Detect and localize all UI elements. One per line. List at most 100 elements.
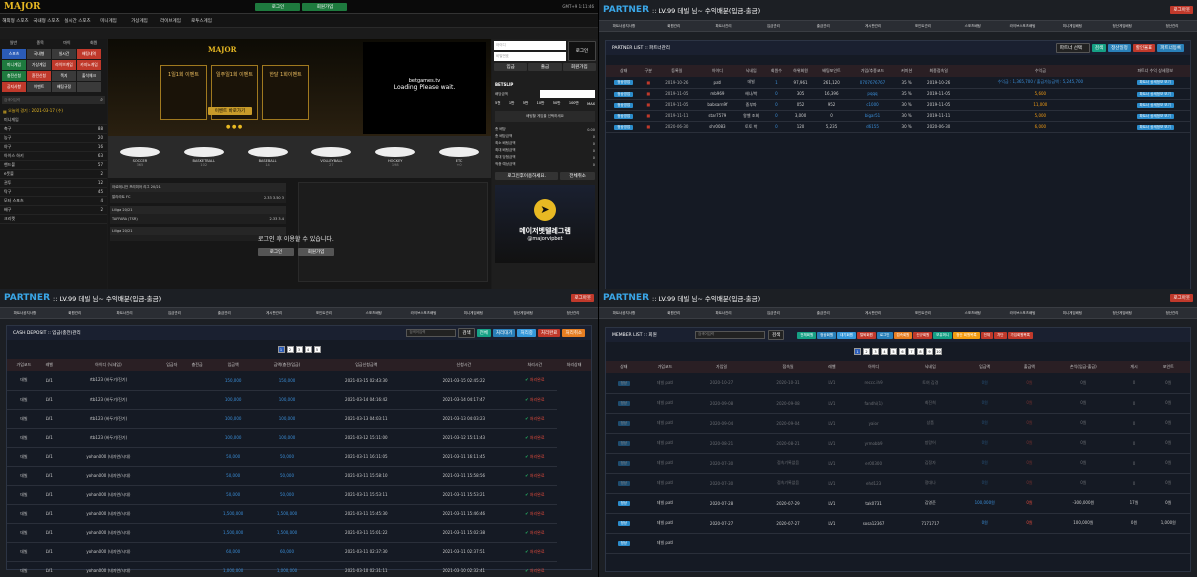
side-search-input[interactable]: 검색어입력 bbox=[4, 98, 20, 103]
partner-tab[interactable]: 정산게임배팅 bbox=[1097, 24, 1147, 29]
partner-tab[interactable]: 스포츠배팅 bbox=[349, 311, 399, 316]
deposit-filter-button[interactable]: 처리중 bbox=[517, 329, 536, 337]
state-badge[interactable]: 정상영업 bbox=[614, 80, 634, 86]
partner-tab[interactable]: 포인트관리 bbox=[299, 311, 349, 316]
banner-dots[interactable]: ● ● ● bbox=[226, 124, 242, 130]
partner-tab[interactable]: 정산게임배팅 bbox=[1097, 311, 1147, 316]
deposit-row[interactable]: 데빌 LV1 rtb123 (바두기/진기) 100,000 100,000 2021-0… bbox=[7, 409, 591, 429]
sport-list-item[interactable]: 탁구 45 bbox=[0, 188, 107, 197]
deposit-search-input[interactable]: 검색어입력 bbox=[406, 329, 457, 337]
state-badge[interactable]: 정상영업 bbox=[614, 124, 634, 130]
member-filter-button[interactable]: 정산 회원목록 bbox=[953, 331, 980, 339]
state-badge[interactable]: 정상 bbox=[617, 421, 631, 426]
partner-tab[interactable]: 파트너관리 bbox=[100, 311, 150, 316]
bet-chip[interactable]: 10만 bbox=[537, 101, 545, 106]
side-menu-item[interactable]: 스포츠 bbox=[2, 49, 26, 59]
sport-list-item[interactable]: 모터 스포츠 4 bbox=[0, 197, 107, 206]
sport-tab[interactable]: HOCKEY 198 bbox=[375, 147, 416, 167]
sport-list-item[interactable]: 농구 20 bbox=[0, 134, 107, 143]
state-badge[interactable]: 정상영업 bbox=[614, 102, 634, 108]
register-tab[interactable]: 회원가입 bbox=[562, 63, 596, 71]
state-badge[interactable]: 정상 bbox=[617, 441, 631, 446]
sport-list-item[interactable]: 야구 16 bbox=[0, 143, 107, 152]
deposit-filter-button[interactable]: 처리완료 bbox=[537, 329, 561, 337]
sport-list-item[interactable]: 미니게임 bbox=[0, 116, 107, 125]
side-search-icon[interactable]: ⌕ bbox=[100, 97, 103, 103]
sport-tab[interactable]: VOLLEYBALL 27 bbox=[311, 147, 352, 167]
member-filter-button[interactable]: 차단 bbox=[994, 331, 1007, 339]
member-filter-button[interactable]: 탈퇴회원 bbox=[856, 331, 876, 339]
login-pw-input[interactable]: 비밀번호 bbox=[494, 52, 566, 61]
deposit-row[interactable]: 데빌 LV1 yohan000 (네자연/시대) 60,000 60,000 2021-0… bbox=[7, 542, 591, 562]
bet-chip[interactable]: 5천 bbox=[495, 101, 500, 106]
telegram-banner[interactable]: ➤ 메이저벳텔레그램 @majorvipbet bbox=[495, 185, 595, 263]
sport-list-item[interactable]: 크리켓 bbox=[0, 215, 107, 224]
partner-tab[interactable]: 포인트관리 bbox=[898, 311, 948, 316]
search-button[interactable]: 검색 bbox=[1091, 44, 1107, 52]
sport-tab[interactable]: ETC +0 bbox=[439, 147, 480, 167]
nav-domestic-sports[interactable]: 국내형 스포츠 bbox=[31, 18, 62, 24]
partner-tab[interactable]: 파트너공지사항 bbox=[599, 24, 649, 29]
state-badge[interactable]: 정상영업 bbox=[614, 91, 634, 97]
partner-row[interactable]: 정상영업 ■ 2019-11-11 star7579 왕벨 조회 0 3,000 0 bigar… bbox=[606, 110, 1190, 122]
partner-row[interactable]: 정상영업 ■ 2019-11-05 mb969 헤나/박 0 305 16,396 pqqq 35… bbox=[606, 88, 1190, 100]
partner-tab[interactable]: 게시판관리 bbox=[848, 311, 898, 316]
bet-submit-button[interactable]: 로그인후이용하세요. bbox=[495, 172, 559, 180]
member-search-button[interactable]: 검색 bbox=[768, 330, 785, 340]
partner-tab[interactable]: 파트너관리 bbox=[699, 311, 749, 316]
partner-tab[interactable]: 출금관리 bbox=[199, 311, 249, 316]
partner-tab[interactable]: 게시판관리 bbox=[848, 24, 898, 29]
partner-tab[interactable]: 포인트관리 bbox=[898, 24, 948, 29]
page-button[interactable]: 2 bbox=[286, 346, 294, 353]
withdraw-tab[interactable]: 출금 bbox=[528, 63, 562, 71]
side-menu-item[interactable]: 가상게임 bbox=[27, 60, 51, 70]
page-button[interactable]: 1 bbox=[277, 346, 285, 353]
overlay-signup-button[interactable]: 회원가입 bbox=[298, 248, 334, 256]
member-filter-button[interactable]: 접속회원 bbox=[893, 331, 913, 339]
sport-tab[interactable]: SOCCER 365 bbox=[119, 147, 160, 167]
side-menu-item[interactable]: 쪽지 bbox=[52, 71, 76, 81]
video-player[interactable]: betgames.tv Loading Please wait. bbox=[363, 42, 486, 134]
member-row[interactable]: 정상 데빌 patl 2020-07-27 2020-07-27 LV1 sosa1236… bbox=[606, 513, 1190, 534]
bet-chip[interactable]: 50만 bbox=[553, 101, 561, 106]
sport-list-item[interactable]: 핸드볼 57 bbox=[0, 161, 107, 170]
partner-tab[interactable]: 회원관리 bbox=[649, 24, 699, 29]
match-row[interactable]: 알라라트 FC 2.33 3.50 3 bbox=[110, 192, 286, 203]
partner-tab[interactable]: 정산관리 bbox=[1147, 24, 1197, 29]
deposit-row[interactable]: 데빌 LV1 yohan000 (네자연/시대) 50,000 50,000 2021-0… bbox=[7, 466, 591, 486]
deposit-row[interactable]: 데빌 LV1 yohan000 (네자연/시대) 1,000,000 1,000,000… bbox=[7, 561, 591, 577]
detail-button[interactable]: 파트너 상세정보 보기 bbox=[1136, 113, 1174, 119]
side-menu-item[interactable]: 출석체크 bbox=[77, 71, 101, 81]
sport-list-item[interactable]: 권투 12 bbox=[0, 179, 107, 188]
bet-chip[interactable]: 100만 bbox=[569, 101, 579, 106]
state-badge[interactable]: 정상 bbox=[617, 541, 631, 546]
page-button[interactable]: 3 bbox=[295, 346, 303, 353]
partner-tab[interactable]: 라이브스포츠배팅 bbox=[998, 24, 1048, 29]
deposit-search-button[interactable]: 검색 bbox=[458, 328, 475, 338]
state-badge[interactable]: 정상 bbox=[617, 501, 631, 506]
partner-tab[interactable]: 라이브스포츠배팅 bbox=[399, 311, 449, 316]
detail-button[interactable]: 파트너 상세정보 보기 bbox=[1136, 91, 1174, 97]
detail-button[interactable]: 파트너 상세정보 보기 bbox=[1136, 124, 1174, 130]
partner-tab[interactable]: 정산관리 bbox=[1147, 311, 1197, 316]
side-menu-item[interactable]: 배팅내역 bbox=[77, 49, 101, 59]
side-menu-item[interactable]: 배팅규정 bbox=[52, 82, 76, 92]
login-id-input[interactable]: 아이디 bbox=[494, 41, 566, 50]
member-filter-button[interactable]: 대기회원 bbox=[837, 331, 856, 339]
deposit-row[interactable]: 데빌 LV1 rtb123 (바두기/진기) 100,000 100,000 2021-0… bbox=[7, 428, 591, 448]
bet-clear-button[interactable]: 전체취소 bbox=[560, 172, 595, 180]
deposit-row[interactable]: 데빌 LV1 rtb123 (바두기/진기) 150,000 150,000 2021-0… bbox=[7, 371, 591, 391]
partner-row[interactable]: 정상영업 ■ 2019-11-05 babsarn9f 중부파 0 052 952 c1000 3… bbox=[606, 99, 1190, 111]
match-row[interactable]: TAFFARA (TSR) 2.33 3.4 bbox=[110, 214, 286, 224]
member-row[interactable]: 정상 데빌 patl 2020-09-08 2020-09-08 LV1 fandhi(1… bbox=[606, 393, 1190, 414]
partner-row[interactable]: 정상영업 ■ 2019-10-26 patl 데빌 1 97,961 261,120 07076… bbox=[606, 77, 1190, 89]
page-button[interactable]: 7 bbox=[908, 348, 915, 355]
page-button[interactable]: 5 bbox=[313, 346, 321, 353]
event-card-monthly[interactable]: 한달 1회이벤트 bbox=[262, 65, 309, 120]
sport-list-item[interactable]: e풋볼 2 bbox=[0, 170, 107, 179]
partner-tab[interactable]: 출금관리 bbox=[798, 311, 848, 316]
side-tab-sport[interactable]: 종목 bbox=[36, 40, 43, 46]
side-login-button[interactable]: 로그인 bbox=[568, 41, 596, 61]
side-menu-item[interactable]: 환전신청 bbox=[27, 71, 51, 81]
member-filter-button[interactable]: 로그인 bbox=[876, 331, 893, 339]
